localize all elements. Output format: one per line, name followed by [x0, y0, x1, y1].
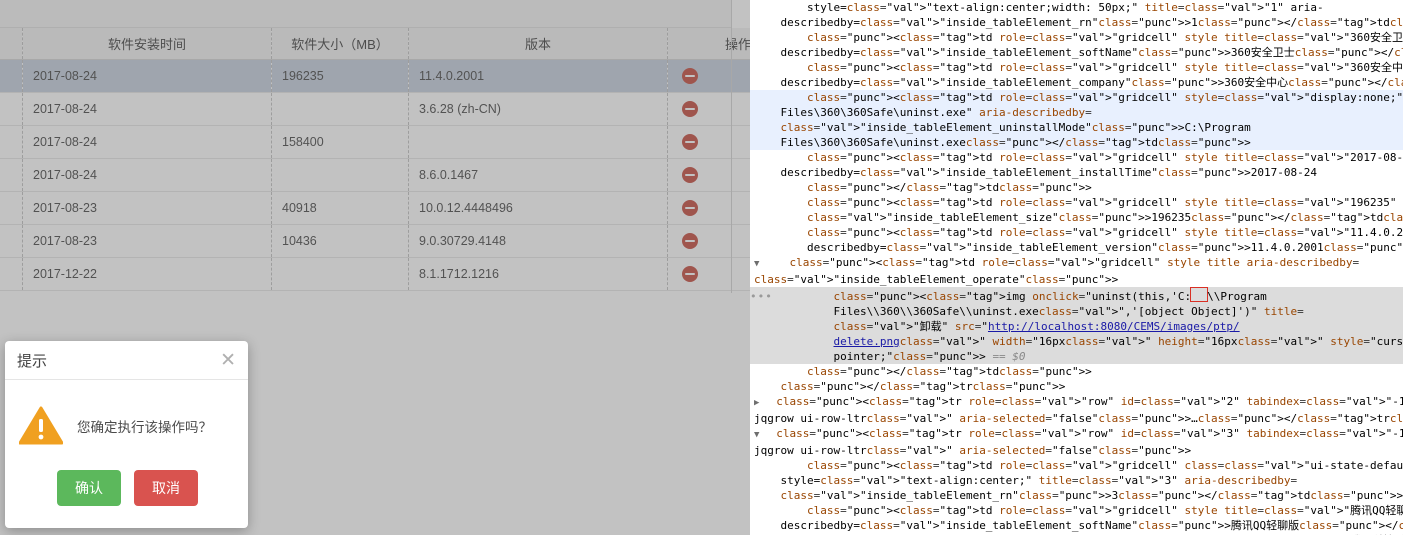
dom-line[interactable]: class="punc"><class="tag">td role=class=… — [750, 30, 1403, 45]
dom-line[interactable]: ▶ class="punc"><class="tag">tr role=clas… — [750, 394, 1403, 411]
dialog-header: 提示 ✕ — [5, 341, 248, 380]
dom-line[interactable]: Files\360\360Safe\uninst.execlass="punc"… — [750, 135, 1403, 150]
dom-line[interactable]: pointer;"class="punc">> == $0 — [750, 349, 1403, 364]
resource-url-link[interactable]: http://localhost:8080/CEMS/images/ptp/ — [988, 320, 1240, 333]
dom-line[interactable]: style=class="val">"text-align:center;" t… — [750, 473, 1403, 488]
dom-line[interactable]: class="punc"><class="tag">td role=class=… — [750, 150, 1403, 165]
cancel-button[interactable]: 取消 — [134, 470, 198, 506]
disclosure-triangle-icon[interactable]: ▼ — [754, 428, 763, 443]
resource-url-link[interactable]: delete.png — [833, 335, 899, 348]
dialog-message: 您确定执行该操作吗？ — [77, 420, 212, 435]
dom-line[interactable]: class="punc"></class="tag">tdclass="punc… — [750, 364, 1403, 379]
dom-line[interactable]: ▼ class="punc"><class="tag">tr role=clas… — [750, 426, 1403, 443]
screen-root: 软件安装时间 软件大小（MB） 版本 操作 2017-08-24 196235 11… — [0, 0, 1403, 535]
dom-line[interactable]: class="punc"><class="tag">td role=class=… — [750, 60, 1403, 75]
confirm-button[interactable]: 确认 — [57, 470, 121, 506]
dom-line[interactable]: class="punc"><class="tag">td role=class=… — [750, 503, 1403, 518]
web-page-pane: 软件安装时间 软件大小（MB） 版本 操作 2017-08-24 196235 11… — [0, 0, 750, 535]
dialog-body: 您确定执行该操作吗？ — [5, 380, 248, 464]
dom-node-inspected[interactable]: ••• class="punc"><class="tag">img onclic… — [750, 287, 1403, 364]
dom-line[interactable]: class="punc"><class="tag">td role=class=… — [750, 225, 1403, 240]
dom-line[interactable]: describedby=class="val">"inside_tableEle… — [750, 45, 1403, 60]
dom-line[interactable]: jqgrow ui-row-ltrclass="val">" aria-sele… — [750, 443, 1403, 458]
dom-line[interactable]: class="punc"><class="tag">td role=class=… — [750, 458, 1403, 473]
dom-line[interactable]: Files\\360\\360Safe\\uninst.execlass="va… — [750, 304, 1403, 319]
dom-tree: style=class="val">"text-align:center;wid… — [750, 0, 1403, 535]
confirm-dialog: 提示 ✕ 您确定执行该操作吗？ 确认 取消 — [5, 341, 248, 528]
dom-line[interactable]: class="val">"inside_tableElement_rn"clas… — [750, 488, 1403, 503]
dom-line[interactable]: jqgrow ui-row-ltrclass="val">" aria-sele… — [750, 411, 1403, 426]
dom-line[interactable]: class="val">"inside_tableElement_uninsta… — [750, 120, 1403, 135]
dom-node-selected[interactable]: class="punc"><class="tag">td role=class=… — [750, 90, 1403, 150]
dom-line[interactable]: delete.pngclass="val">" width="16pxclass… — [750, 334, 1403, 349]
warning-triangle-icon — [18, 406, 64, 446]
dom-line[interactable]: class="punc"><class="tag">td role=class=… — [750, 90, 1403, 105]
dom-line[interactable]: class="val">"inside_tableElement_size"cl… — [750, 210, 1403, 225]
dom-line[interactable]: describedby=class="val">"inside_tableEle… — [750, 15, 1403, 30]
text-selection-highlight — [1190, 287, 1209, 302]
close-icon[interactable]: ✕ — [220, 350, 236, 370]
dom-line[interactable]: class="punc"><class="tag">td role=class=… — [750, 195, 1403, 210]
disclosure-triangle-icon[interactable]: ▼ — [754, 257, 763, 272]
dom-line[interactable]: ▼ class="punc"><class="tag">td role=clas… — [750, 255, 1403, 272]
dom-line[interactable]: class="punc"></class="tag">tdclass="punc… — [750, 180, 1403, 195]
dom-line[interactable]: class="val">"inside_tableElement_operate… — [750, 272, 1403, 287]
dom-line[interactable]: class="val">"卸载" src="http://localhost:8… — [750, 319, 1403, 334]
dom-line[interactable]: class="punc"><class="tag">img onclick="u… — [750, 287, 1403, 304]
disclosure-triangle-icon[interactable]: ▶ — [754, 396, 763, 411]
dom-line[interactable]: describedby=class="val">"inside_tableEle… — [750, 518, 1403, 533]
dom-line[interactable]: Files\360\360Safe\uninst.exe" aria-descr… — [750, 105, 1403, 120]
dom-line[interactable]: style=class="val">"text-align:center;wid… — [750, 0, 1403, 15]
devtools-elements-panel[interactable]: style=class="val">"text-align:center;wid… — [750, 0, 1403, 535]
more-options-icon[interactable]: ••• — [750, 289, 773, 304]
dom-line[interactable]: describedby=class="val">"inside_tableEle… — [750, 165, 1403, 180]
dom-line[interactable]: class="punc"></class="tag">trclass="punc… — [750, 379, 1403, 394]
dom-line[interactable]: describedby=class="val">"inside_tableEle… — [750, 240, 1403, 255]
dom-line[interactable]: describedby=class="val">"inside_tableEle… — [750, 75, 1403, 90]
dialog-footer: 确认 取消 — [5, 464, 248, 528]
dialog-title: 提示 — [17, 352, 48, 370]
